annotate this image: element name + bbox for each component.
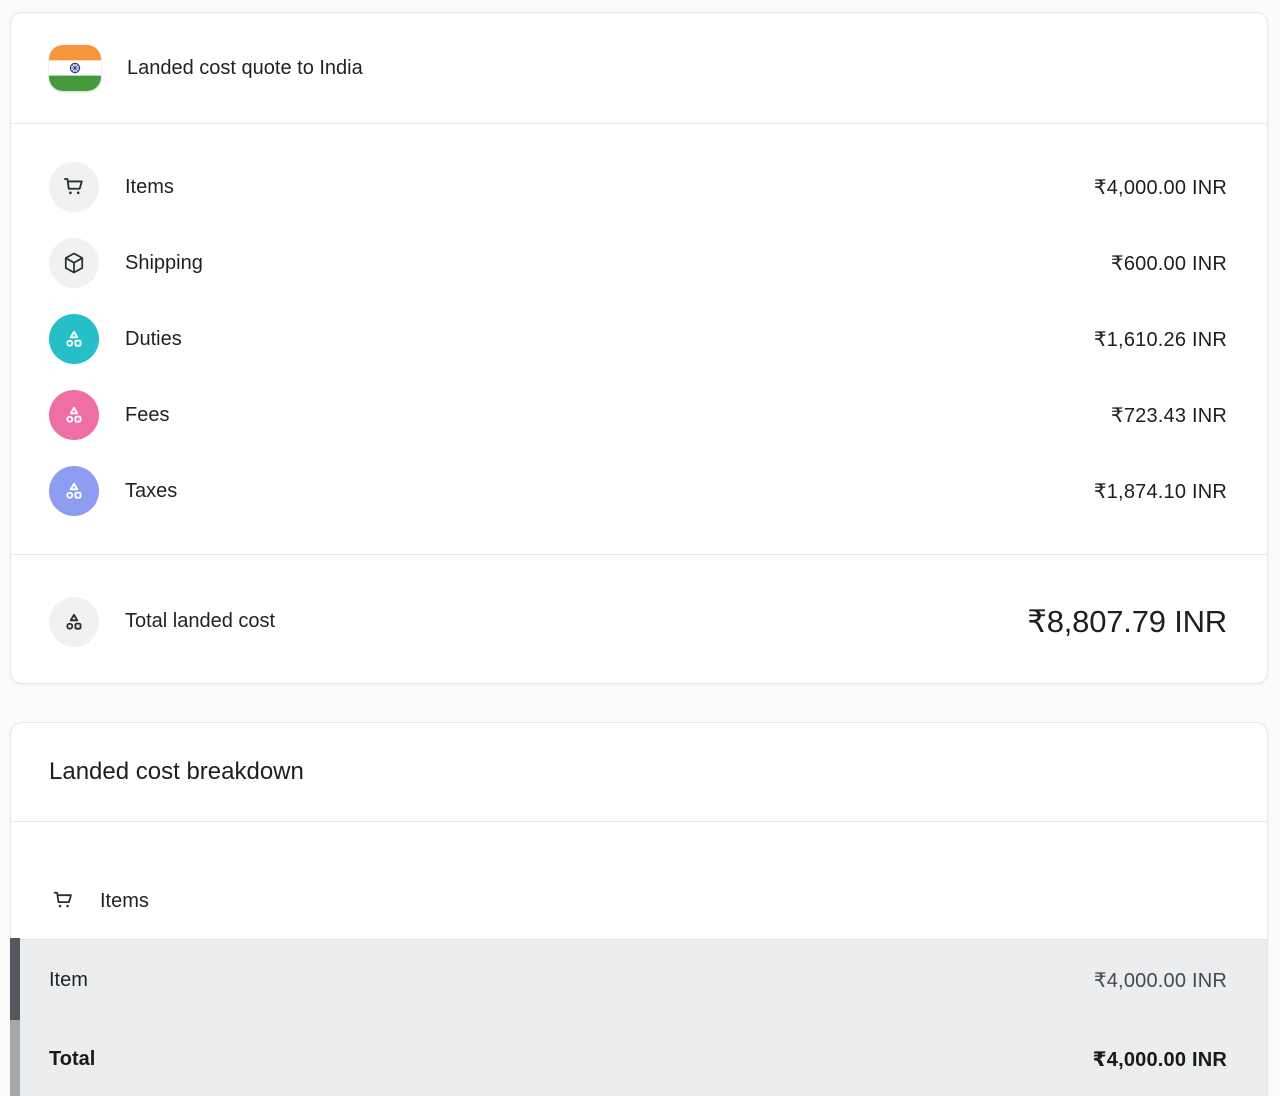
cart-icon	[51, 888, 76, 913]
breakdown-section-label: Items	[100, 888, 149, 914]
breakdown-row-label: Item	[49, 969, 88, 992]
vertical-scrollbar[interactable]	[10, 938, 20, 1096]
india-flag-icon	[49, 45, 101, 91]
quote-row-duties: Duties ₹1,610.26 INR	[11, 301, 1267, 377]
total-landed-cost-label: Total landed cost	[125, 610, 275, 633]
breakdown-row-item: Item ₹4,000.00 INR	[11, 939, 1267, 1021]
quote-row-value: ₹600.00 INR	[1111, 251, 1227, 276]
quote-row-taxes: Taxes ₹1,874.10 INR	[11, 453, 1267, 529]
quote-row-label: Items	[125, 176, 174, 199]
quote-row-label: Fees	[125, 404, 169, 427]
package-icon	[49, 238, 99, 288]
total-landed-cost-value: ₹8,807.79 INR	[1027, 604, 1227, 640]
quote-row-shipping: Shipping ₹600.00 INR	[11, 225, 1267, 301]
cart-icon	[49, 162, 99, 212]
shapes-icon	[49, 314, 99, 364]
quote-row-value: ₹1,610.26 INR	[1094, 327, 1227, 352]
shapes-icon	[49, 390, 99, 440]
quote-card-title: Landed cost quote to India	[127, 57, 363, 80]
quote-row-fees: Fees ₹723.43 INR	[11, 377, 1267, 453]
breakdown-total-label: Total	[49, 1048, 95, 1071]
quote-row-value: ₹4,000.00 INR	[1094, 175, 1227, 200]
landed-cost-quote-card: Landed cost quote to India Items ₹4,000.…	[10, 12, 1268, 684]
quote-rows: Items ₹4,000.00 INR Shipping ₹600.00 INR…	[11, 124, 1267, 554]
total-landed-cost-row: Total landed cost ₹8,807.79 INR	[11, 555, 1267, 684]
breakdown-total-value: ₹4,000.00 INR	[1093, 1047, 1227, 1072]
shapes-icon	[49, 466, 99, 516]
quote-row-label: Taxes	[125, 480, 177, 503]
breakdown-card-header: Landed cost breakdown	[11, 723, 1267, 821]
scrollbar-thumb[interactable]	[10, 938, 20, 1020]
scrollbar-track[interactable]	[10, 1020, 20, 1096]
quote-row-value: ₹1,874.10 INR	[1094, 479, 1227, 504]
quote-row-items: Items ₹4,000.00 INR	[11, 149, 1267, 225]
landed-cost-breakdown-card: Landed cost breakdown Items Item ₹4,000.…	[10, 722, 1268, 1096]
breakdown-row-value: ₹4,000.00 INR	[1094, 968, 1227, 993]
quote-card-header: Landed cost quote to India	[11, 13, 1267, 123]
breakdown-card-title: Landed cost breakdown	[49, 758, 304, 786]
breakdown-items-section-header: Items	[11, 822, 1267, 939]
quote-row-label: Duties	[125, 328, 182, 351]
shapes-icon	[49, 597, 99, 647]
quote-row-value: ₹723.43 INR	[1111, 403, 1227, 428]
quote-row-label: Shipping	[125, 252, 203, 275]
breakdown-row-total: Total ₹4,000.00 INR	[11, 1021, 1267, 1096]
